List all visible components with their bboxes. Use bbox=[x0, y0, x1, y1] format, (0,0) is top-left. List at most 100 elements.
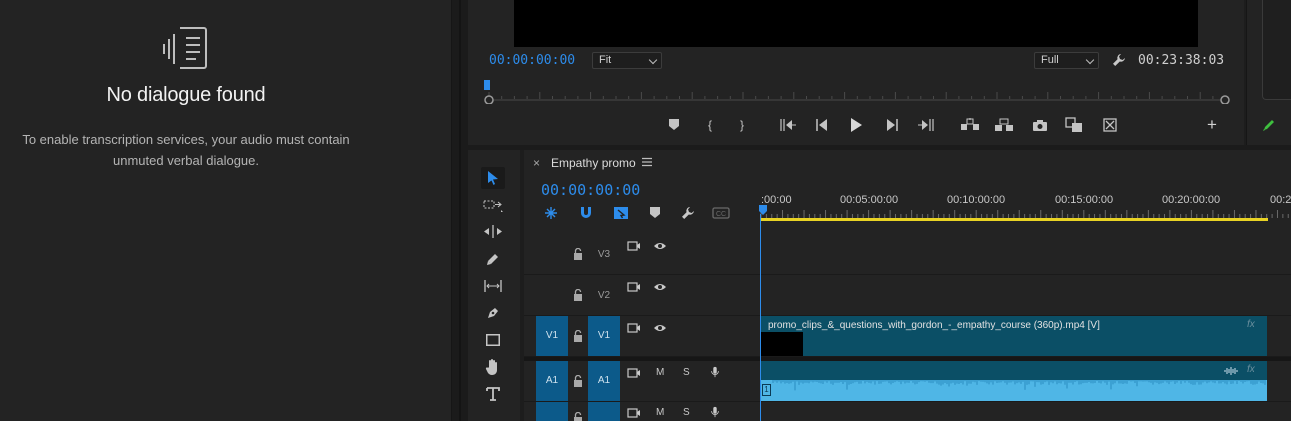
lock-icon[interactable] bbox=[573, 375, 583, 387]
track-header-v3: V3 bbox=[524, 234, 760, 274]
program-playhead-marker bbox=[484, 80, 490, 90]
step-forward-icon bbox=[887, 119, 898, 131]
lock-icon[interactable] bbox=[573, 248, 583, 260]
track-select-tool[interactable] bbox=[481, 194, 505, 216]
timeline-timecode[interactable]: 00:00:00:00 bbox=[541, 181, 640, 199]
timeline-playhead-line[interactable] bbox=[760, 214, 761, 421]
source-patch-a2[interactable] bbox=[536, 402, 568, 421]
track-target-a1[interactable]: A1 bbox=[588, 361, 620, 401]
hand-tool[interactable] bbox=[481, 356, 505, 378]
linked-selection-icon[interactable] bbox=[613, 205, 629, 221]
extract-button[interactable] bbox=[994, 115, 1014, 135]
chevron-down-icon bbox=[1085, 55, 1095, 65]
pen-tool[interactable] bbox=[481, 302, 505, 324]
selection-tool[interactable] bbox=[481, 167, 505, 189]
solo-button[interactable]: S bbox=[683, 407, 690, 418]
export-frame-button[interactable] bbox=[1030, 115, 1050, 135]
razor-icon bbox=[487, 254, 498, 265]
lock-icon[interactable] bbox=[573, 412, 583, 421]
source-patch-a1[interactable]: A1 bbox=[536, 361, 568, 401]
video-clip-name: promo_clips_&_questions_with_gordon_-_em… bbox=[768, 320, 1100, 331]
fx-badge[interactable]: fx bbox=[1247, 364, 1255, 375]
close-tab-button[interactable]: × bbox=[533, 156, 540, 170]
add-marker-button[interactable] bbox=[664, 115, 684, 135]
transcript-panel: No dialogue found To enable transcriptio… bbox=[0, 0, 452, 421]
svg-text:CC: CC bbox=[716, 211, 726, 218]
program-time-ruler[interactable] bbox=[484, 80, 1230, 104]
hamburger-menu-icon[interactable] bbox=[642, 157, 652, 167]
solo-button[interactable]: S bbox=[683, 367, 690, 378]
multi-camera-icon bbox=[1103, 118, 1117, 132]
eye-icon[interactable] bbox=[653, 281, 667, 293]
step-back-button[interactable] bbox=[812, 115, 832, 135]
sync-lock-icon[interactable] bbox=[627, 367, 641, 379]
eye-icon[interactable] bbox=[653, 240, 667, 252]
sync-lock-icon[interactable] bbox=[627, 407, 641, 419]
timeline-toolbar: CC bbox=[540, 204, 740, 222]
panel-divider[interactable] bbox=[452, 0, 468, 421]
pen-icon bbox=[488, 308, 498, 318]
sync-lock-icon[interactable] bbox=[627, 240, 641, 252]
hand-icon bbox=[485, 359, 497, 375]
slip-tool[interactable] bbox=[481, 275, 505, 297]
plus-icon: + bbox=[1207, 115, 1217, 134]
source-patch-v1[interactable]: V1 bbox=[536, 316, 568, 356]
extract-icon bbox=[995, 118, 1013, 131]
track-header-v1: V1 V1 bbox=[524, 316, 760, 356]
lock-icon[interactable] bbox=[573, 330, 583, 342]
selection-arrow-icon bbox=[488, 171, 498, 185]
track-a2: M S bbox=[524, 402, 1291, 421]
eye-icon[interactable] bbox=[653, 322, 667, 334]
wrench-icon[interactable] bbox=[1112, 53, 1126, 67]
track-target-a2[interactable] bbox=[588, 402, 620, 421]
rectangle-tool[interactable] bbox=[481, 329, 505, 351]
microphone-icon[interactable] bbox=[708, 406, 722, 418]
audio-waveform-icon bbox=[1224, 367, 1238, 375]
step-forward-button[interactable] bbox=[882, 115, 902, 135]
type-tool[interactable] bbox=[481, 383, 505, 405]
work-area-bar[interactable] bbox=[760, 218, 1268, 221]
comparison-view-button[interactable] bbox=[1064, 115, 1084, 135]
nest-sequence-icon[interactable] bbox=[544, 206, 558, 220]
ruler-label: 00:10:00:00 bbox=[947, 194, 1006, 206]
zoom-fit-dropdown[interactable]: Fit bbox=[592, 52, 662, 69]
track-header-a2: M S bbox=[524, 402, 760, 421]
tab-sequence[interactable]: Empathy promo bbox=[551, 156, 636, 170]
razor-tool[interactable] bbox=[481, 248, 505, 270]
microphone-icon[interactable] bbox=[708, 366, 722, 378]
green-pen-icon[interactable] bbox=[1262, 118, 1276, 132]
lift-button[interactable] bbox=[960, 115, 980, 135]
go-to-out-button[interactable] bbox=[916, 115, 936, 135]
mute-button[interactable]: M bbox=[656, 367, 664, 378]
ripple-edit-tool[interactable] bbox=[481, 221, 505, 243]
mark-in-button[interactable]: { bbox=[700, 115, 720, 135]
captions-icon[interactable]: CC bbox=[712, 207, 730, 219]
resolution-dropdown[interactable]: Full bbox=[1034, 52, 1099, 69]
resolution-value: Full bbox=[1041, 54, 1059, 66]
track-v2: V2 bbox=[524, 275, 1291, 316]
program-playhead-timecode[interactable]: 00:00:00:00 bbox=[489, 53, 575, 68]
track-body-v3[interactable] bbox=[760, 234, 1291, 274]
track-target-v2[interactable]: V2 bbox=[588, 290, 620, 301]
chevron-down-icon bbox=[648, 55, 658, 65]
button-editor-add-button[interactable]: + bbox=[1202, 115, 1222, 135]
snap-magnet-icon[interactable] bbox=[579, 206, 593, 220]
track-target-v1[interactable]: V1 bbox=[588, 316, 620, 356]
mark-out-button[interactable]: } bbox=[732, 115, 752, 135]
track-target-v3[interactable]: V3 bbox=[588, 249, 620, 260]
fx-badge[interactable]: fx bbox=[1247, 319, 1255, 330]
sync-lock-icon[interactable] bbox=[627, 322, 641, 334]
go-to-in-button[interactable] bbox=[778, 115, 798, 135]
audio-channel-badge: 1 bbox=[762, 384, 771, 396]
track-body-v2[interactable] bbox=[760, 275, 1291, 315]
zoom-fit-value: Fit bbox=[599, 54, 612, 66]
play-button[interactable] bbox=[846, 115, 866, 135]
mute-button[interactable]: M bbox=[656, 407, 664, 418]
multi-camera-button[interactable] bbox=[1100, 115, 1120, 135]
premiere-window: No dialogue found To enable transcriptio… bbox=[0, 0, 1291, 421]
ruler-label: 00:15:00:00 bbox=[1055, 194, 1114, 206]
add-marker-icon[interactable] bbox=[650, 207, 660, 219]
timeline-wrench-icon[interactable] bbox=[681, 206, 695, 220]
lock-icon[interactable] bbox=[573, 289, 583, 301]
sync-lock-icon[interactable] bbox=[627, 281, 641, 293]
